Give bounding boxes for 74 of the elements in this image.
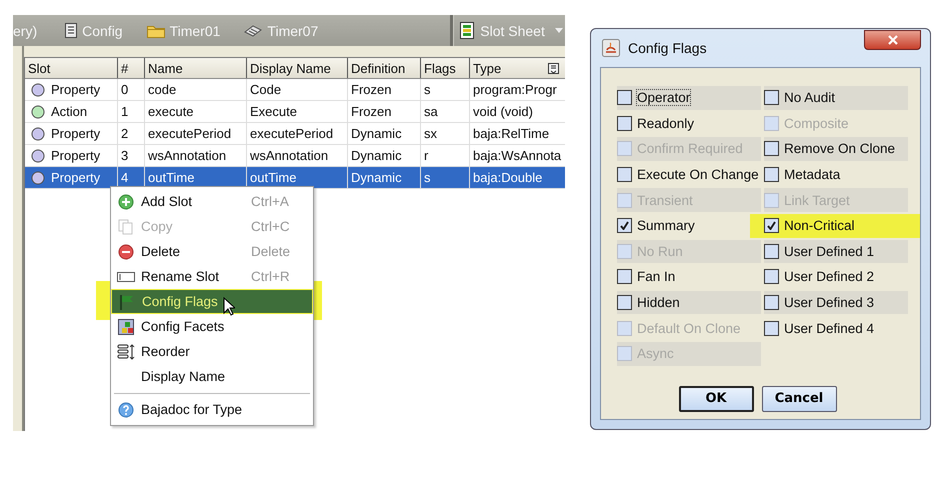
column-header[interactable]: Flags	[421, 58, 470, 78]
table-row[interactable]: Property 2 executePeriod executePeriod Dynamic sx baja:RelTime	[25, 123, 565, 145]
table-cell: baja:RelTime	[473, 126, 550, 141]
shortcut-label: Ctrl+A	[251, 194, 290, 209]
flag-checkbox[interactable]: Remove On Clone	[764, 137, 908, 161]
table-cell: Dynamic	[351, 170, 402, 185]
table-cell: Property	[51, 148, 100, 163]
table-row[interactable]: Property 4 outTime outTime Dynamic s baja:Double	[25, 167, 565, 189]
flag-checkbox[interactable]: Readonly	[617, 112, 761, 136]
shortcut-label: Ctrl+C	[251, 219, 291, 234]
table-cell: outTime	[148, 170, 194, 185]
table-cell: s	[424, 82, 430, 97]
table-cell: s	[424, 170, 430, 185]
column-header[interactable]: Slot	[25, 58, 118, 78]
flag-checkbox[interactable]: Hidden	[617, 290, 761, 314]
column-header[interactable]: Type	[470, 58, 565, 78]
table-cell: void (void)	[473, 104, 533, 119]
table-cell: Action	[51, 104, 88, 119]
column-header[interactable]: #	[118, 58, 145, 78]
table-cell: 4	[121, 170, 128, 185]
table-cell: Code	[250, 82, 282, 97]
table-cell: executePeriod	[250, 126, 334, 141]
column-header[interactable]: Display Name	[247, 58, 348, 78]
column-header[interactable]: Definition	[348, 58, 421, 78]
table-cell: Frozen	[351, 104, 392, 119]
flag-checkbox[interactable]: Fan In	[617, 265, 761, 289]
column-header[interactable]: Name	[145, 58, 247, 78]
menu-item[interactable]: Config Flags	[111, 289, 313, 314]
menu-item[interactable]: Reorder	[111, 339, 313, 364]
table-cell: Property	[51, 170, 100, 185]
flag-checkbox[interactable]: Operator	[617, 86, 761, 110]
table-row[interactable]: Action 1 execute Execute Frozen sa void (void)	[25, 101, 565, 123]
table-cell: baja:WsAnnota	[473, 148, 562, 163]
table-cell: executePeriod	[148, 126, 232, 141]
menu-item[interactable]: Rename Slot Ctrl+R	[111, 264, 313, 289]
table-cell: Property	[51, 82, 100, 97]
table-cell: Execute	[250, 104, 297, 119]
table-cell: 0	[121, 82, 128, 97]
flag-checkbox[interactable]: Execute On Change	[617, 162, 761, 186]
table-cell: 2	[121, 126, 128, 141]
menu-item[interactable]: Delete Delete	[111, 239, 313, 264]
menu-item[interactable]: Bajadoc for Type	[111, 397, 313, 422]
table-cell: Property	[51, 126, 100, 141]
table-cell: 3	[121, 148, 128, 163]
flag-checkbox[interactable]: User Defined 2	[764, 265, 908, 289]
table-cell: Dynamic	[351, 148, 402, 163]
table-cell: Frozen	[351, 82, 392, 97]
menu-item[interactable]: Config Facets	[111, 314, 313, 339]
flag-checkbox[interactable]: User Defined 4	[764, 316, 908, 340]
menu-item[interactable]: Display Name	[111, 364, 313, 389]
table-cell: sx	[424, 126, 437, 141]
flag-checkbox[interactable]: No Audit	[764, 86, 908, 110]
shortcut-label: Ctrl+R	[251, 269, 291, 284]
table-row[interactable]: Property 0 code Code Frozen s program:Progr	[25, 79, 565, 101]
cancel-button[interactable]: Cancel	[762, 386, 836, 412]
table-cell: code	[148, 82, 176, 97]
flag-checkbox[interactable]: Metadata	[764, 162, 908, 186]
table-cell: 1	[121, 104, 128, 119]
table-cell: program:Progr	[473, 82, 557, 97]
table-cell: sa	[424, 104, 438, 119]
table-cell: execute	[148, 104, 194, 119]
table-cell: r	[424, 148, 428, 163]
shortcut-label: Delete	[251, 244, 292, 259]
flag-checkbox[interactable]: Non-Critical	[750, 214, 920, 238]
table-cell: baja:Double	[473, 170, 542, 185]
dialog-title: Config Flags	[628, 40, 708, 56]
table-cell: wsAnnotation	[250, 148, 328, 163]
flag-checkbox[interactable]: User Defined 1	[764, 240, 908, 264]
table-cell: Dynamic	[351, 126, 402, 141]
table-cell: outTime	[250, 170, 296, 185]
ok-button[interactable]: OK	[678, 386, 754, 412]
flag-checkbox[interactable]: User Defined 3	[764, 290, 908, 314]
menu-item[interactable]: Add Slot Ctrl+A	[111, 189, 313, 214]
table-cell: wsAnnotation	[148, 148, 226, 163]
